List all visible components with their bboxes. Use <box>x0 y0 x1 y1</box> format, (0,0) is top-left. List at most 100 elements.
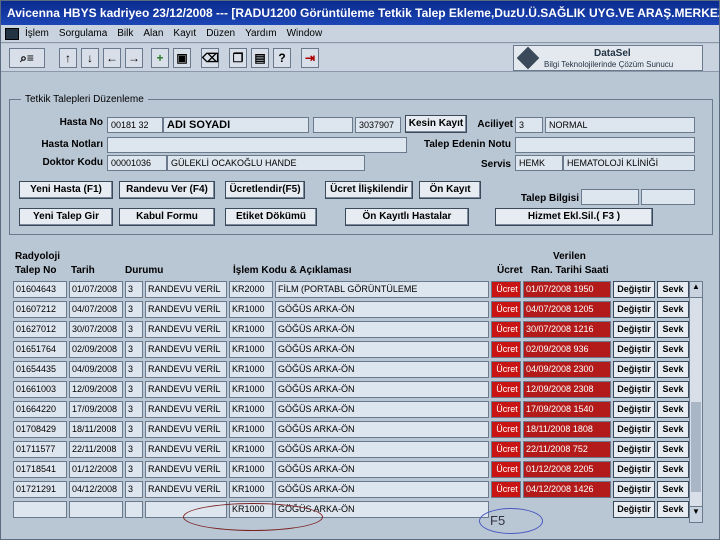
cell-durum[interactable]: RANDEVU VERİL <box>145 381 227 398</box>
copy-icon[interactable]: ❐ <box>229 48 247 68</box>
cell-durum-kod[interactable]: 3 <box>125 441 143 458</box>
cell-durum-kod[interactable]: 3 <box>125 401 143 418</box>
cell-aciklama[interactable]: GÖĞÜS ARKA-ÖN <box>275 461 489 478</box>
cell-tarih[interactable]: 02/09/2008 <box>69 341 123 358</box>
cell-ucret[interactable]: Ücret <box>491 381 521 398</box>
cell-durum[interactable]: RANDEVU VERİL <box>145 321 227 338</box>
talep-bilgisi-field-1[interactable] <box>581 189 639 205</box>
cell-ran-tarihi[interactable]: 04/12/2008 1426 <box>523 481 611 498</box>
table-row[interactable]: 01627012 30/07/2008 3 RANDEVU VERİL KR1000 GÖ… <box>13 321 701 339</box>
etiket-dokumu-button[interactable]: Etiket Dökümü <box>225 208 317 226</box>
cell-durum-kod[interactable]: 3 <box>125 481 143 498</box>
cell-ucret[interactable]: Ücret <box>491 441 521 458</box>
cell-ucret[interactable]: Ücret <box>491 301 521 318</box>
cell-durum-kod[interactable]: 3 <box>125 361 143 378</box>
on-kayitli-hastalar-button[interactable]: Ön Kayıtlı Hastalar <box>345 208 469 226</box>
degistir-button[interactable]: Değiştir <box>613 401 655 418</box>
menu-bilk[interactable]: Bilk <box>117 28 133 39</box>
table-row[interactable]: 01711577 22/11/2008 3 RANDEVU VERİL KR1000 GÖ… <box>13 441 701 459</box>
help-icon[interactable]: ? <box>273 48 291 68</box>
cell-talep-no[interactable]: 01721291 <box>13 481 67 498</box>
degistir-button[interactable]: Değiştir <box>613 321 655 338</box>
table-row-new[interactable]: KR1000 GÖĞÜS ARKA-ÖN Değiştir Sevk <box>13 501 701 519</box>
servis-field[interactable]: HEMATOLOJİ KLİNİĞİ <box>563 155 695 171</box>
aciliyet-field[interactable]: NORMAL <box>545 117 695 133</box>
menu-window[interactable]: Window <box>287 28 323 39</box>
sevk-button[interactable]: Sevk <box>657 281 689 298</box>
cell-talep-no[interactable]: 01654435 <box>13 361 67 378</box>
cell-islem-kodu[interactable]: KR1000 <box>229 381 273 398</box>
cell-islem-kodu[interactable]: KR1000 <box>229 341 273 358</box>
cell-ucret[interactable]: Ücret <box>491 461 521 478</box>
empty-cell[interactable] <box>13 501 67 518</box>
cell-talep-no[interactable]: 01664220 <box>13 401 67 418</box>
cell-ran-tarihi[interactable]: 30/07/2008 1216 <box>523 321 611 338</box>
cell-ran-tarihi[interactable]: 17/09/2008 1540 <box>523 401 611 418</box>
cell-tarih[interactable]: 12/09/2008 <box>69 381 123 398</box>
save-icon[interactable]: ▣ <box>173 48 191 68</box>
arrow-left-icon[interactable]: ← <box>103 48 121 68</box>
cell-ucret[interactable]: Ücret <box>491 341 521 358</box>
cell-durum[interactable]: RANDEVU VERİL <box>145 341 227 358</box>
table-row[interactable]: 01708429 18/11/2008 3 RANDEVU VERİL KR1000 GÖ… <box>13 421 701 439</box>
cell-talep-no[interactable]: 01604643 <box>13 281 67 298</box>
degistir-button[interactable]: Değiştir <box>613 301 655 318</box>
cell-durum[interactable]: RANDEVU VERİL <box>145 461 227 478</box>
servis-kod-field[interactable]: HEMK <box>515 155 563 171</box>
cell-durum[interactable]: RANDEVU VERİL <box>145 401 227 418</box>
cell-talep-no[interactable]: 01607212 <box>13 301 67 318</box>
cell-ucret[interactable]: Ücret <box>491 281 521 298</box>
cell-talep-no[interactable]: 01627012 <box>13 321 67 338</box>
table-row[interactable]: 01664220 17/09/2008 3 RANDEVU VERİL KR1000 GÖ… <box>13 401 701 419</box>
talep-eden-notu-field[interactable] <box>515 137 695 153</box>
sevk-button[interactable]: Sevk <box>657 481 689 498</box>
yeni-hasta-button[interactable]: Yeni Hasta (F1) <box>19 181 113 199</box>
degistir-button[interactable]: Değiştir <box>613 381 655 398</box>
cell-talep-no[interactable]: 01661003 <box>13 381 67 398</box>
cell-talep-no[interactable]: 01651764 <box>13 341 67 358</box>
arrow-right-icon[interactable]: → <box>125 48 143 68</box>
exit-icon[interactable]: ⇥ <box>301 48 319 68</box>
table-row[interactable]: 01661003 12/09/2008 3 RANDEVU VERİL KR1000 GÖ… <box>13 381 701 399</box>
cell-ucret[interactable]: Ücret <box>491 421 521 438</box>
kesin-kayit-button[interactable]: Kesin Kayıt <box>405 115 467 133</box>
hasta-notlari-field[interactable] <box>107 137 407 153</box>
table-row[interactable]: 01721291 04/12/2008 3 RANDEVU VERİL KR1000 GÖ… <box>13 481 701 499</box>
menu-duzen[interactable]: Düzen <box>206 28 235 39</box>
sevk-button[interactable]: Sevk <box>657 301 689 318</box>
cell-aciklama[interactable]: GÖĞÜS ARKA-ÖN <box>275 321 489 338</box>
cell-durum[interactable]: RANDEVU VERİL <box>145 281 227 298</box>
randevu-ver-button[interactable]: Randevu Ver (F4) <box>119 181 215 199</box>
table-row[interactable]: 01651764 02/09/2008 3 RANDEVU VERİL KR1000 GÖ… <box>13 341 701 359</box>
cell-durum-kod[interactable]: 3 <box>125 301 143 318</box>
cell-islem-kodu[interactable]: KR1000 <box>229 481 273 498</box>
menu-sorgulama[interactable]: Sorgulama <box>59 28 107 39</box>
ucret-iliskilendir-button[interactable]: Ücret İlişkilendir <box>325 181 413 199</box>
cell-tarih[interactable]: 04/12/2008 <box>69 481 123 498</box>
table-scrollbar[interactable]: ▲ ▼ <box>689 281 703 523</box>
table-row[interactable]: 01604643 01/07/2008 3 RANDEVU VERİL KR2000 Fİ… <box>13 281 701 299</box>
ucretlendir-button[interactable]: Ücretlendir(F5) <box>225 181 305 199</box>
sevk-button[interactable]: Sevk <box>657 341 689 358</box>
kabul-formu-button[interactable]: Kabul Formu <box>119 208 215 226</box>
cell-ucret[interactable]: Ücret <box>491 361 521 378</box>
menu-kayit[interactable]: Kayıt <box>173 28 196 39</box>
doktor-kodu-field[interactable]: 00001036 <box>107 155 167 171</box>
cell-ran-tarihi[interactable]: 22/11/2008 752 <box>523 441 611 458</box>
delete-icon[interactable]: ⌫ <box>201 48 219 68</box>
cell-durum[interactable]: RANDEVU VERİL <box>145 361 227 378</box>
menu-alan[interactable]: Alan <box>143 28 163 39</box>
sevk-button[interactable]: Sevk <box>657 421 689 438</box>
doktor-adi-field[interactable]: GÜLEKLİ OCAKOĞLU HANDE <box>167 155 365 171</box>
cell-talep-no[interactable]: 01711577 <box>13 441 67 458</box>
cell-islem-kodu[interactable]: KR1000 <box>229 441 273 458</box>
blank-field[interactable] <box>313 117 353 133</box>
cell-tarih[interactable]: 22/11/2008 <box>69 441 123 458</box>
cell-islem-kodu[interactable]: KR1000 <box>229 301 273 318</box>
aciliyet-kod-field[interactable]: 3 <box>515 117 543 133</box>
sevk-button[interactable]: Sevk <box>657 401 689 418</box>
hasta-no-field[interactable]: 00181 32 <box>107 117 163 133</box>
table-row[interactable]: 01654435 04/09/2008 3 RANDEVU VERİL KR1000 GÖ… <box>13 361 701 379</box>
degistir-button[interactable]: Değiştir <box>613 361 655 378</box>
cell-ucret[interactable]: Ücret <box>491 481 521 498</box>
